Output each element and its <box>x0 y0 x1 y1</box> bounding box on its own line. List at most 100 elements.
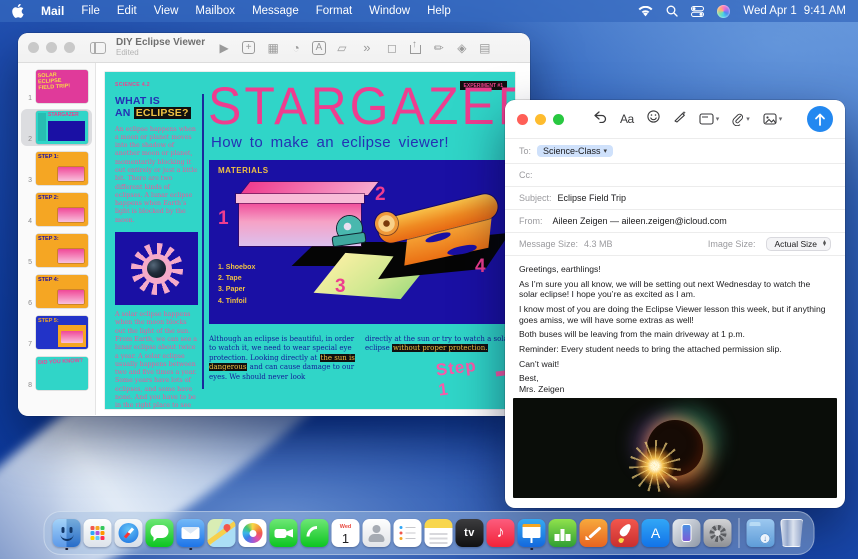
shape-icon[interactable]: ▱ <box>335 41 349 55</box>
slide-thumbnail-2[interactable]: 2STARGAZER <box>21 109 92 146</box>
undo-icon[interactable] <box>593 110 607 128</box>
add-slide-button[interactable]: + <box>242 41 255 54</box>
slide-thumbnail-label: SOLAR ECLIPSE FIELD TRIP! <box>37 71 78 92</box>
dock-tv-icon[interactable]: tv <box>456 515 484 551</box>
header-fields-menu[interactable] <box>699 113 720 125</box>
apple-menu-icon[interactable] <box>12 4 25 19</box>
eclipse-photo-attachment[interactable] <box>513 398 837 498</box>
image-size-select[interactable]: Actual Size ▴▾ <box>766 237 831 251</box>
dock-keynote-icon[interactable] <box>518 515 546 551</box>
chart-icon[interactable]: ◔ <box>289 41 303 55</box>
body-signoff: Best, <box>519 373 831 384</box>
insert-photo-icon[interactable] <box>763 113 783 125</box>
shoebox-lid-front <box>236 194 364 203</box>
dock-music-icon[interactable] <box>487 515 515 551</box>
table-icon[interactable]: ▦ <box>266 41 280 55</box>
minimize-button[interactable] <box>46 42 57 53</box>
subject-field[interactable]: Subject: Eclipse Field Trip <box>505 187 845 210</box>
dock: Wed1 tv A <box>44 511 815 555</box>
dock-settings-icon[interactable] <box>704 515 732 551</box>
format-brush-icon[interactable]: ✏ <box>432 41 446 55</box>
dock-reminders-icon[interactable] <box>394 515 422 551</box>
recipient-token[interactable]: Science-Class <box>537 145 613 157</box>
menu-item-message[interactable]: Message <box>252 5 299 17</box>
dock-safari-icon[interactable] <box>115 515 143 551</box>
menu-item-mailbox[interactable]: Mailbox <box>195 5 235 17</box>
dock-photos-icon[interactable] <box>239 515 267 551</box>
dock-app-store-icon[interactable]: A <box>642 515 670 551</box>
slide-stargazer[interactable]: SCIENCE 4.2 EXPERIMENT #1 WHAT IS AN ECL… <box>105 72 515 409</box>
keynote-window: DIY Eclipse Viewer Edited ▶ + ▦ ◔ A ▱ » … <box>18 33 530 416</box>
dock-messages-icon[interactable] <box>146 515 174 551</box>
mail-body[interactable]: Greetings, earthlings! As I’m sure you a… <box>505 256 845 395</box>
dock-phone-icon[interactable] <box>301 515 329 551</box>
materials-list: 1. Shoebox 2. Tape 3. Paper 4. Tinfoil <box>218 262 255 307</box>
size-field: Message Size: 4.3 MB Image Size: Actual … <box>505 233 845 256</box>
close-button[interactable] <box>517 114 528 125</box>
close-button[interactable] <box>28 42 39 53</box>
siri-icon[interactable] <box>717 5 730 18</box>
comment-icon[interactable]: ◻ <box>385 41 399 55</box>
menu-item-help[interactable]: Help <box>427 5 451 17</box>
slide-number: 5 <box>27 259 32 267</box>
body-paragraph: Both buses will be leaving from the main… <box>519 329 831 340</box>
slide-thumbnail-label: STEP 2: <box>38 195 59 201</box>
menu-item-window[interactable]: Window <box>369 5 410 17</box>
control-center-icon[interactable] <box>691 6 704 17</box>
material-number-2: 2 <box>375 184 386 206</box>
dock-launchpad-icon[interactable] <box>84 515 112 551</box>
dock-finder-icon[interactable] <box>53 515 81 551</box>
from-field[interactable]: From: Aileen Zeigen — aileen.zeigen@iclo… <box>505 210 845 233</box>
send-button[interactable] <box>807 106 833 132</box>
play-button[interactable]: ▶ <box>217 41 231 55</box>
emoji-picker-icon[interactable] <box>647 110 660 128</box>
menu-item-view[interactable]: View <box>154 5 179 17</box>
dock-iphone-mirroring-icon[interactable] <box>673 515 701 551</box>
cc-field[interactable]: Cc: <box>505 164 845 187</box>
dock-notes-icon[interactable] <box>425 515 453 551</box>
writing-tools-icon[interactable] <box>673 110 686 128</box>
zoom-button[interactable] <box>553 114 564 125</box>
slide-thumbnail-7[interactable]: 7STEP 5: <box>21 314 92 351</box>
slide-thumbnail-3[interactable]: 3STEP 1: <box>21 150 92 187</box>
more-toolbar-icon[interactable]: » <box>360 40 374 55</box>
dock-numbers-icon[interactable] <box>549 515 577 551</box>
dock-mail-icon[interactable] <box>177 515 205 551</box>
slide-number: 1 <box>27 95 32 103</box>
slide-thumbnail-5[interactable]: 5STEP 3: <box>21 232 92 269</box>
sidebar-toggle-icon[interactable] <box>90 42 106 54</box>
text-icon[interactable]: A <box>312 41 326 55</box>
dock-facetime-icon[interactable] <box>270 515 298 551</box>
dock-calendar-icon[interactable]: Wed1 <box>332 515 360 551</box>
attach-file-icon[interactable] <box>732 113 750 126</box>
wifi-icon[interactable] <box>638 6 653 17</box>
dock-maps-icon[interactable] <box>208 515 236 551</box>
dock-contacts-icon[interactable] <box>363 515 391 551</box>
dock-rocket-icon[interactable] <box>611 515 639 551</box>
document-icon[interactable]: ▤ <box>478 41 492 55</box>
animate-icon[interactable]: ◈ <box>455 41 469 55</box>
menu-bar-clock[interactable]: Wed Apr 1 9:41 AM <box>743 5 846 17</box>
format-button[interactable]: Aa <box>620 112 634 126</box>
menu-item-edit[interactable]: Edit <box>117 5 137 17</box>
minimize-button[interactable] <box>535 114 546 125</box>
slide-thumbnail-1[interactable]: 1 SOLAR ECLIPSE FIELD TRIP! <box>21 68 92 105</box>
slide-thumbnail-8[interactable]: 8DID YOU KNOW? <box>21 355 92 392</box>
zoom-button[interactable] <box>64 42 75 53</box>
slide-thumbnail-4[interactable]: 4STEP 2: <box>21 191 92 228</box>
menu-app-name[interactable]: Mail <box>41 4 64 18</box>
menu-item-file[interactable]: File <box>81 5 100 17</box>
slide-thumbnail-image: SOLAR ECLIPSE FIELD TRIP! <box>36 70 88 103</box>
menu-item-format[interactable]: Format <box>316 5 352 17</box>
body-signature: Mrs. Zeigen <box>519 384 831 395</box>
slide-thumbnail-6[interactable]: 6STEP 4: <box>21 273 92 310</box>
dock-pages-icon[interactable] <box>580 515 608 551</box>
caution-text-left: Although an eclipse is beautiful, in ord… <box>209 335 357 382</box>
dock-downloads-icon[interactable] <box>747 515 775 551</box>
dock-trash-icon[interactable] <box>778 515 806 551</box>
eclipse-ball-icon <box>147 259 166 278</box>
eclipse-illustration <box>115 232 198 305</box>
share-icon[interactable] <box>410 42 421 54</box>
to-field[interactable]: To: Science-Class <box>505 139 845 164</box>
search-icon[interactable] <box>666 5 678 17</box>
